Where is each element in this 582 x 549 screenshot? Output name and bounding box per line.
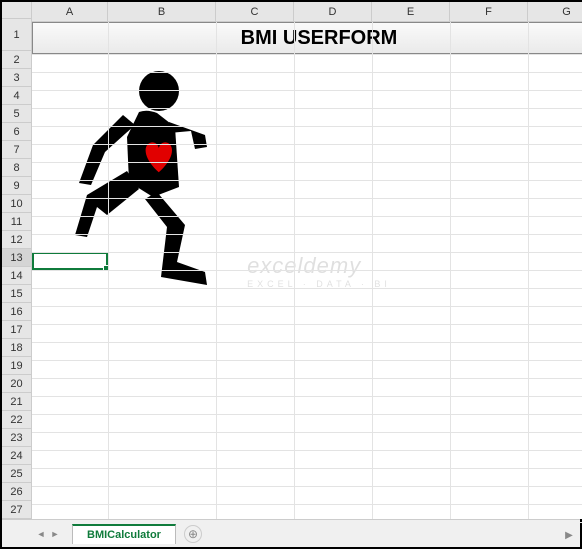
row-header[interactable]: 19	[2, 357, 31, 375]
column-header-row: ABCDEFG	[32, 2, 582, 22]
row-header[interactable]: 22	[2, 411, 31, 429]
column-header[interactable]: A	[32, 2, 108, 21]
row-header[interactable]: 2	[2, 51, 31, 69]
row-header[interactable]: 5	[2, 105, 31, 123]
column-header[interactable]: F	[450, 2, 528, 21]
column-header[interactable]: C	[216, 2, 294, 21]
row-header[interactable]: 15	[2, 285, 31, 303]
watermark-line1: exceldemy	[247, 253, 391, 279]
column-header[interactable]: D	[294, 2, 372, 21]
row-header[interactable]: 4	[2, 87, 31, 105]
row-header[interactable]: 27	[2, 501, 31, 519]
row-header[interactable]: 16	[2, 303, 31, 321]
row-header[interactable]: 13	[2, 249, 31, 267]
title-text: BMI USERFORM	[241, 27, 398, 50]
row-header[interactable]: 25	[2, 465, 31, 483]
spreadsheet-grid: 1234567891011121314151617181920212223242…	[2, 2, 580, 519]
cell-selection	[32, 252, 108, 270]
column-header[interactable]: G	[528, 2, 582, 21]
row-header[interactable]: 21	[2, 393, 31, 411]
row-header[interactable]: 14	[2, 267, 31, 285]
horizontal-scroll-right[interactable]: ▶	[558, 526, 580, 544]
row-header[interactable]: 20	[2, 375, 31, 393]
row-header-column: 1234567891011121314151617181920212223242…	[2, 2, 32, 519]
row-header[interactable]: 6	[2, 123, 31, 141]
row-header[interactable]: 8	[2, 159, 31, 177]
row-header[interactable]: 1	[2, 19, 31, 51]
column-header[interactable]: E	[372, 2, 450, 21]
row-header[interactable]: 9	[2, 177, 31, 195]
row-header[interactable]: 11	[2, 213, 31, 231]
column-header[interactable]: B	[108, 2, 216, 21]
row-header[interactable]: 17	[2, 321, 31, 339]
row-header[interactable]: 24	[2, 447, 31, 465]
row-header[interactable]: 23	[2, 429, 31, 447]
cells-area[interactable]: BMI USERFORM	[32, 22, 582, 519]
watermark-line2: EXCEL · DATA · BI	[247, 279, 391, 289]
row-header[interactable]: 18	[2, 339, 31, 357]
add-sheet-button[interactable]: ⊕	[184, 525, 202, 543]
row-header[interactable]: 3	[2, 69, 31, 87]
running-person-image[interactable]	[57, 67, 237, 297]
sheet-tab-bar: ◄ ► BMICalculator ⊕ ▶	[2, 519, 580, 547]
row-header[interactable]: 10	[2, 195, 31, 213]
tab-nav-next[interactable]: ►	[48, 525, 62, 543]
row-header[interactable]: 7	[2, 141, 31, 159]
tab-nav-prev[interactable]: ◄	[34, 525, 48, 543]
row-header[interactable]: 12	[2, 231, 31, 249]
select-all-corner[interactable]	[2, 2, 31, 19]
sheet-tab-active[interactable]: BMICalculator	[72, 524, 176, 544]
title-merged-cell[interactable]: BMI USERFORM	[32, 22, 582, 54]
row-header[interactable]: 26	[2, 483, 31, 501]
